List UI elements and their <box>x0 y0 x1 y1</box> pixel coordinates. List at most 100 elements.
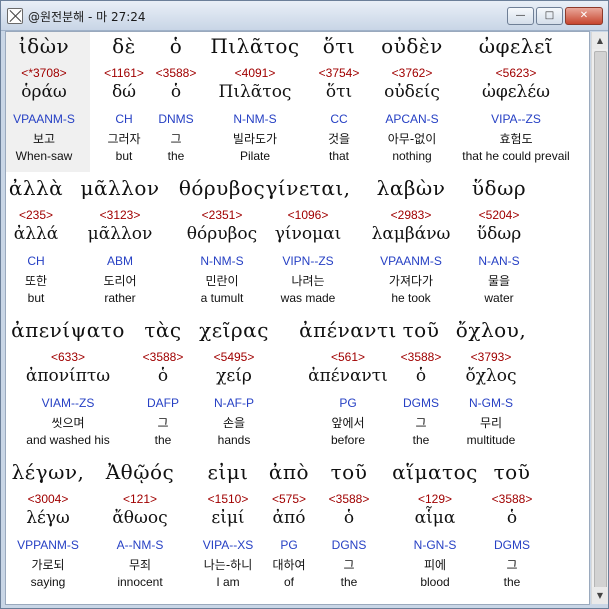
word-english: multitude <box>466 433 516 447</box>
word-strong[interactable]: <575> <box>272 492 306 506</box>
word-parse: DAFP <box>146 396 180 410</box>
word-strong[interactable]: <1161> <box>104 66 144 80</box>
word-strong[interactable]: <*3708> <box>21 66 66 80</box>
word-greek[interactable]: δὲ <box>112 34 136 58</box>
word-greek[interactable]: ὄχλου, <box>456 318 526 342</box>
word-greek[interactable]: ὁ <box>170 34 183 58</box>
word-greek[interactable]: αἵματος <box>392 460 478 484</box>
vertical-scrollbar[interactable]: ▲ ▼ <box>591 32 608 604</box>
word-strong[interactable]: <1096> <box>288 208 329 222</box>
word-english: was made <box>280 291 336 305</box>
word-english: innocent <box>117 575 163 589</box>
word-lemma: ὁράω <box>21 82 67 102</box>
word-english: the <box>167 149 185 163</box>
word-greek[interactable]: ὅτι <box>323 34 355 58</box>
word-greek[interactable]: λαβὼν <box>377 176 446 200</box>
word-strong[interactable]: <3588> <box>401 350 442 364</box>
word-strong[interactable]: <121> <box>123 492 157 506</box>
word-strong[interactable]: <3123> <box>100 208 141 222</box>
word-korean: 가져다가 <box>388 274 434 288</box>
word-korean: 무리 <box>479 416 503 430</box>
word-english: but <box>27 291 45 305</box>
word-greek[interactable]: λέγων, <box>12 460 85 484</box>
word-strong[interactable]: <3588> <box>492 492 533 506</box>
word-greek[interactable]: ὠφελεῖ <box>479 34 554 58</box>
word-strong[interactable]: <3588> <box>143 350 184 364</box>
interlinear-panel: ἰδὼν <*3708> ὁράω VPAANM-S 보고 When-saw δὲ <1161… <box>5 31 590 605</box>
word-strong[interactable]: <1510> <box>208 492 249 506</box>
word-english: the <box>340 575 358 589</box>
word-greek[interactable]: ἀλλὰ <box>9 176 63 200</box>
word-lemma: ἀπό <box>272 508 306 528</box>
close-button[interactable]: ✕ <box>565 7 603 25</box>
word-korean: 물을 <box>487 274 511 288</box>
word-korean: 그 <box>170 132 182 146</box>
word-strong[interactable]: <561> <box>331 350 365 364</box>
maximize-button[interactable]: □ <box>536 7 563 25</box>
word-greek[interactable]: τοῦ <box>331 460 368 484</box>
word-greek[interactable]: ὕδωρ <box>472 176 526 200</box>
word-greek[interactable]: τοῦ <box>494 460 531 484</box>
word-korean: 씻으며 <box>51 416 85 430</box>
minimize-button[interactable]: — <box>507 7 534 25</box>
word-parse: N-NM-S <box>233 112 277 126</box>
word-greek[interactable]: ἀπέναντι <box>299 318 397 342</box>
word-lemma: εἰμί <box>211 508 245 528</box>
word-parse: PG <box>280 538 298 552</box>
word-strong[interactable]: <3754> <box>319 66 360 80</box>
word-greek[interactable]: τὰς <box>144 318 181 342</box>
word-parse: VIPA--XS <box>202 538 254 552</box>
word-parse: APCAN-S <box>385 112 439 126</box>
word-strong[interactable]: <3004> <box>28 492 69 506</box>
word-greek[interactable]: Πιλᾶτος <box>210 34 299 58</box>
word-strong[interactable]: <2983> <box>391 208 432 222</box>
word-greek[interactable]: εἰμι <box>207 460 248 484</box>
word-korean: 그 <box>157 416 169 430</box>
word-lemma: ὁ <box>170 82 182 102</box>
word-strong[interactable]: <4091> <box>235 66 276 80</box>
word-lemma: χείρ <box>216 366 252 386</box>
word-lemma: ὄχλος <box>465 366 517 386</box>
word-strong[interactable]: <5204> <box>479 208 520 222</box>
word-greek[interactable]: χεῖρας <box>199 318 269 342</box>
word-korean: 나려는 <box>291 274 325 288</box>
word-greek[interactable]: ἀπὸ <box>269 460 309 484</box>
word-greek[interactable]: γίνεται, <box>265 176 350 200</box>
word-strong[interactable]: <3588> <box>329 492 370 506</box>
word-strong[interactable]: <3588> <box>156 66 197 80</box>
word-english: that he could prevail <box>462 149 570 163</box>
word-greek[interactable]: Ἀθῷός <box>106 460 175 484</box>
word-strong[interactable]: <235> <box>19 208 53 222</box>
word-lemma: ὕδωρ <box>476 224 522 244</box>
word-english: the <box>412 433 430 447</box>
word-greek[interactable]: ἀπενίψατο <box>11 318 125 342</box>
word-greek[interactable]: οὐδὲν <box>381 34 443 58</box>
word-lemma: αἷμα <box>414 508 456 528</box>
word-english: the <box>154 433 172 447</box>
word-english: before <box>330 433 366 447</box>
word-korean: 민란이 <box>205 274 239 288</box>
word-parse: CC <box>330 112 348 126</box>
word-strong[interactable]: <633> <box>51 350 85 364</box>
scroll-down-icon[interactable]: ▼ <box>592 587 608 604</box>
word-greek[interactable]: μᾶλλον <box>80 176 159 200</box>
scroll-thumb[interactable] <box>594 51 607 591</box>
word-greek[interactable]: τοῦ <box>403 318 440 342</box>
scroll-up-icon[interactable]: ▲ <box>592 32 608 49</box>
word-lemma: γίνομαι <box>274 224 342 244</box>
word-korean: 피에 <box>423 558 447 572</box>
word-strong[interactable]: <3793> <box>471 350 512 364</box>
word-greek[interactable]: ἰδὼν <box>19 34 69 58</box>
word-korean: 그 <box>343 558 355 572</box>
title-bar[interactable]: @원전분해 - 마 27:24 — □ ✕ <box>1 1 608 31</box>
word-strong[interactable]: <5623> <box>496 66 537 80</box>
word-strong[interactable]: <3762> <box>392 66 433 80</box>
word-strong[interactable]: <2351> <box>202 208 243 222</box>
word-lemma: ὁ <box>506 508 518 528</box>
word-korean: 도리어 <box>103 274 137 288</box>
word-lemma: λαμβάνω <box>371 224 451 244</box>
word-strong[interactable]: <5495> <box>214 350 255 364</box>
word-parse: N-GM-S <box>469 396 513 410</box>
word-greek[interactable]: θόρυβος <box>179 176 265 200</box>
word-strong[interactable]: <129> <box>418 492 452 506</box>
